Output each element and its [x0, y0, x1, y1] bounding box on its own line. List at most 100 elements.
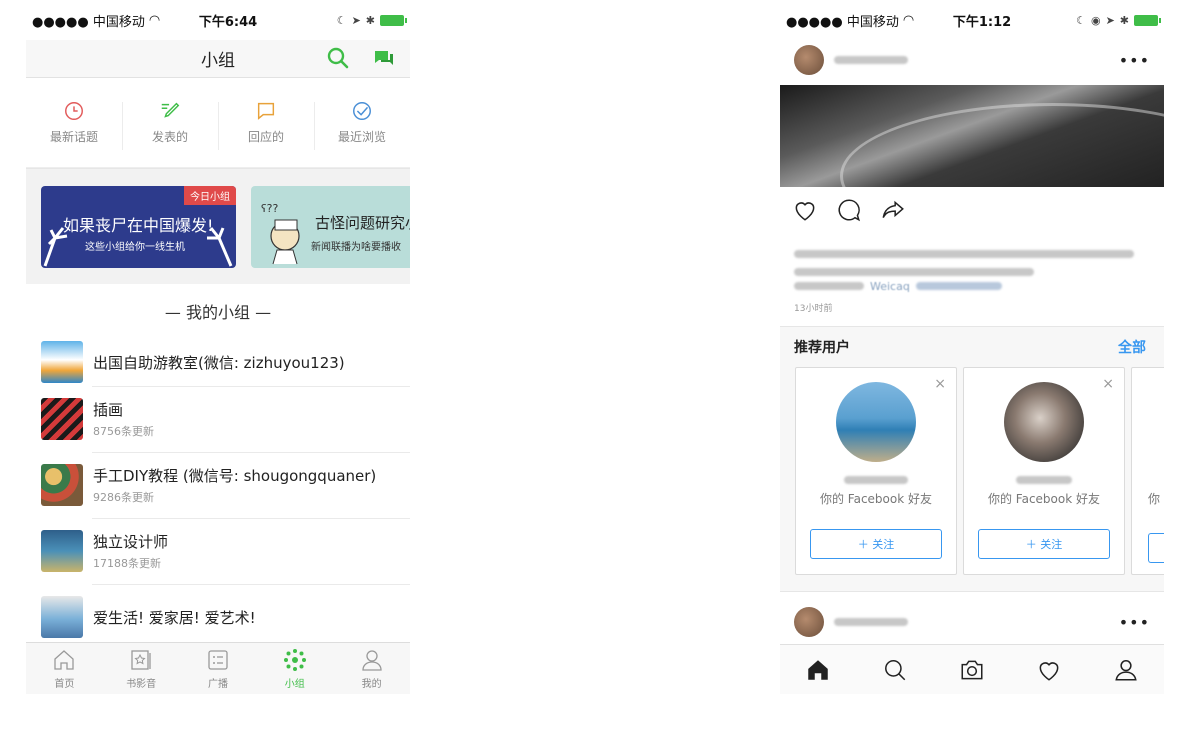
group-item[interactable]: 爱生活! 爱家居! 爱艺术! [26, 584, 410, 650]
suggested-user-card[interactable]: × 你的 Facebook 好友 ＋ 关注 [795, 367, 957, 575]
group-item[interactable]: 出国自助游教室(微信: zizhuyou123) [26, 338, 410, 386]
pencil-icon [161, 102, 180, 118]
group-item[interactable]: 手工DIY教程 (微信号: shougongquaner) 9286条更新 [26, 452, 410, 518]
carrier-label: ●●●●● 中国移动 [32, 14, 145, 30]
tab-profile[interactable] [1087, 657, 1164, 683]
post-actions [780, 187, 1164, 233]
banner-zombie[interactable]: 今日小组 如果丧尸在中国爆发! 这些小组给你一线生机 [41, 185, 236, 268]
quick-published[interactable]: 发表的 [122, 100, 218, 150]
thinking-person-icon: ʕ?? [261, 202, 300, 264]
tab-media[interactable]: 书影音 [103, 643, 180, 694]
username-blurred[interactable] [1016, 476, 1072, 484]
caption-blurred [794, 249, 1134, 258]
quick-label: 回应的 [247, 130, 284, 144]
tab-camera[interactable] [934, 657, 1011, 683]
tab-search[interactable] [857, 657, 934, 683]
tab-broadcast[interactable]: 广播 [180, 643, 257, 694]
location-icon: ➤ [351, 13, 361, 27]
avatar[interactable] [794, 45, 824, 75]
tab-bar: 首页 书影音 广播 小组 我的 [26, 642, 410, 694]
home-icon [54, 649, 75, 670]
banner-subtitle: 这些小组给你一线生机 [85, 241, 185, 253]
chat-icon[interactable] [372, 46, 396, 74]
dismiss-icon[interactable]: × [1102, 376, 1114, 392]
moon-icon: ☾ [1076, 13, 1086, 27]
moon-icon: ☾ [336, 13, 347, 27]
status-bar: ●●●●● 中国移动 ◠ 下午6:44 ☾ ➤ ✱ [26, 0, 410, 40]
avatar[interactable] [836, 382, 916, 462]
wifi-icon: ◠ [148, 12, 161, 28]
profile-icon [1114, 659, 1137, 681]
tab-home[interactable]: 首页 [26, 643, 103, 694]
banner-odd-questions[interactable]: ʕ?? 古怪问题研究小 新闻联播为啥要播收 [251, 185, 410, 268]
dismiss-icon[interactable]: × [934, 376, 946, 392]
avatar[interactable] [1004, 382, 1084, 462]
nav-bar: 小组 [26, 40, 410, 78]
post-image[interactable] [780, 85, 1164, 187]
card-subtitle: 你的 Facebook 好友 [819, 492, 932, 506]
tab-label: 首页 [54, 678, 75, 690]
status-bar: ●●●●● 中国移动 ◠ 下午1:12 ☾ ◉ ➤ ✱ [780, 0, 1164, 40]
status-time: 下午6:44 [198, 14, 258, 30]
card-subtitle: 你 [1148, 492, 1161, 506]
group-update-count: 8756条更新 [93, 425, 154, 438]
camera-icon [961, 660, 983, 679]
group-name: 插画 [93, 401, 124, 419]
share-icon[interactable] [880, 197, 906, 223]
group-thumb-home [41, 596, 83, 638]
douban-group-screen: ●●●●● 中国移动 ◠ 下午6:44 ☾ ➤ ✱ 小组 最新话题 发表的 回应… [26, 0, 410, 694]
group-item[interactable]: 独立设计师 17188条更新 [26, 518, 410, 584]
post-time: 13小时前 [794, 304, 833, 314]
profile-icon [361, 649, 382, 671]
quick-label: 最近浏览 [337, 130, 386, 144]
caption-blurred [794, 282, 864, 290]
group-item[interactable]: 插画 8756条更新 [26, 386, 410, 452]
post-user[interactable] [794, 607, 908, 637]
follow-button[interactable]: ＋ 关注 [810, 529, 942, 559]
check-circle-icon [353, 102, 371, 120]
suggested-users: 推荐用户 全部 × 你的 Facebook 好友 ＋ 关注 × 你的 Faceb… [780, 326, 1164, 592]
username-blurred[interactable] [844, 476, 908, 484]
suggested-users-title: 推荐用户 [794, 340, 850, 356]
battery-icon [380, 14, 407, 26]
comment-icon [257, 102, 275, 120]
see-all-link[interactable]: 全部 [1118, 337, 1146, 357]
quick-latest-topics[interactable]: 最新话题 [26, 100, 122, 145]
post-header: ••• [780, 602, 1164, 642]
broadcast-icon [208, 649, 228, 670]
location-icon: ➤ [1105, 13, 1115, 27]
avatar[interactable] [794, 607, 824, 637]
heart-icon[interactable] [792, 197, 818, 223]
post-header: ••• [780, 40, 1164, 80]
follow-button[interactable] [1148, 533, 1164, 563]
banner-title: 古怪问题研究小 [315, 213, 410, 232]
carrier-label: ●●●●● 中国移动 [786, 14, 899, 30]
more-options-icon[interactable]: ••• [1119, 51, 1150, 70]
mention-link[interactable]: Weicaq [870, 280, 910, 293]
tab-home[interactable] [780, 657, 857, 683]
suggested-user-card[interactable]: × 你的 Facebook 好友 ＋ 关注 [963, 367, 1125, 575]
bluetooth-icon: ✱ [1119, 13, 1129, 27]
quick-recent[interactable]: 最近浏览 [314, 100, 410, 150]
suggested-cards[interactable]: × 你的 Facebook 好友 ＋ 关注 × 你的 Facebook 好友 ＋… [780, 367, 1164, 575]
tab-bar [780, 644, 1164, 694]
tab-mine[interactable]: 我的 [333, 643, 410, 694]
group-name: 爱生活! 爱家居! 爱艺术! [93, 608, 256, 627]
status-time: 下午1:12 [952, 14, 1012, 30]
group-update-count: 17188条更新 [93, 557, 161, 570]
tab-group[interactable]: 小组 [256, 643, 333, 694]
banner-carousel[interactable]: 今日小组 如果丧尸在中国爆发! 这些小组给你一线生机 ʕ?? 古怪问题研究小 新… [26, 168, 410, 284]
tab-activity[interactable] [1010, 657, 1087, 683]
search-icon[interactable] [326, 46, 350, 74]
follow-button[interactable]: ＋ 关注 [978, 529, 1110, 559]
suggested-user-card-partial[interactable]: 你 [1131, 367, 1164, 575]
post-user[interactable] [794, 45, 908, 75]
more-options-icon[interactable]: ••• [1119, 613, 1150, 632]
group-list: 出国自助游教室(微信: zizhuyou123) 插画 8756条更新 手工DI… [26, 338, 410, 650]
quick-replied[interactable]: 回应的 [218, 100, 314, 150]
username-blurred[interactable] [834, 618, 908, 626]
banner-title: 如果丧尸在中国爆发! [63, 215, 214, 235]
username-blurred[interactable] [834, 56, 908, 64]
quick-label: 发表的 [151, 130, 188, 144]
comment-icon[interactable] [836, 197, 862, 223]
